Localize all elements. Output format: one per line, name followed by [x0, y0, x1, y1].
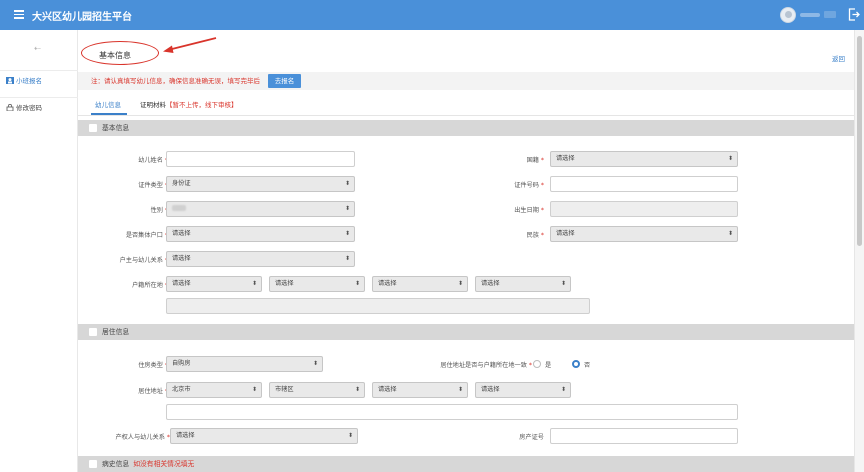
- tab-child-info[interactable]: 幼儿信息: [95, 99, 121, 109]
- address-detail-input[interactable]: [166, 404, 738, 420]
- householder-relation-label: 户主与幼儿关系 *: [119, 257, 168, 264]
- child-name-label: 幼儿姓名 *: [138, 157, 168, 164]
- collective-hukou-label: 是否集体户口 *: [125, 232, 168, 239]
- annotation-arrow-icon: [163, 37, 217, 53]
- tab-bar: 幼儿信息 证明材料【暂不上传，线下审核】: [78, 90, 854, 116]
- hukou-street-select[interactable]: 请选择: [475, 276, 571, 292]
- sidebar: ⇠ 小班报名 修改密码: [0, 30, 78, 472]
- gender-label: 性别 *: [150, 207, 168, 214]
- id-number-input[interactable]: [550, 176, 738, 192]
- address-street-select[interactable]: 请选择: [475, 382, 571, 398]
- collapse-sidebar-icon[interactable]: ⇠: [34, 44, 41, 53]
- collective-hukou-select[interactable]: 请选择: [166, 226, 355, 242]
- tab-hint: 【暂不上传，线下审核】: [166, 101, 238, 109]
- document-icon: [89, 124, 97, 132]
- lock-icon: [6, 104, 14, 111]
- housing-type-select[interactable]: 自购房: [166, 356, 323, 372]
- blurred-value: [172, 205, 186, 211]
- ethnicity-select[interactable]: 请选择: [550, 226, 738, 242]
- radio-yes-label: 是: [545, 362, 552, 369]
- active-tab-indicator: [91, 113, 127, 115]
- property-cert-input[interactable]: [550, 428, 738, 444]
- same-as-hukou-label: 居住地址是否与户籍所在地一致 *: [440, 362, 532, 369]
- section-title: 病史信息: [102, 460, 130, 468]
- address-city-select[interactable]: 市辖区: [269, 382, 365, 398]
- radio-no[interactable]: [572, 360, 580, 368]
- vertical-scrollbar[interactable]: [854, 30, 864, 472]
- user-menu-toggle[interactable]: [824, 11, 836, 18]
- back-link[interactable]: 返回: [832, 53, 845, 63]
- top-bar: 大兴区幼儿园招生平台: [0, 0, 864, 30]
- page-title: 基本信息: [99, 51, 131, 60]
- user-icon: [6, 77, 14, 84]
- notice-text: 注：请认真填写幼儿信息，确保信息准确无误，填写完毕后: [91, 77, 260, 85]
- section-title: 基本信息: [102, 124, 130, 132]
- property-cert-label: 房产证号: [519, 434, 544, 441]
- householder-relation-select[interactable]: 请选择: [166, 251, 355, 267]
- section-hint: 如没有相关情况填无: [133, 460, 195, 468]
- nationality-label: 国籍 *: [526, 157, 544, 164]
- address-district-select[interactable]: 请选择: [372, 382, 468, 398]
- hukou-province-select[interactable]: 请选择: [166, 276, 262, 292]
- birth-date-label: 出生日期 *: [514, 207, 544, 214]
- sidebar-item-label: 小班报名: [16, 77, 42, 85]
- section-medical-history: 病史信息 如没有相关情况填无: [78, 456, 854, 472]
- section-basic-info: 基本信息: [78, 120, 854, 136]
- id-type-select[interactable]: 身份证: [166, 176, 355, 192]
- sidebar-item-change-password[interactable]: 修改密码: [0, 97, 78, 119]
- hukou-detail-input[interactable]: [166, 298, 590, 314]
- sidebar-item-label: 修改密码: [16, 104, 42, 112]
- logout-icon[interactable]: [848, 8, 860, 21]
- radio-no-label: 否: [584, 362, 591, 369]
- birth-date-field: [550, 201, 738, 217]
- hukou-city-select[interactable]: 请选择: [269, 276, 365, 292]
- child-name-input[interactable]: [166, 151, 355, 167]
- app-title: 大兴区幼儿园招生平台: [32, 12, 132, 23]
- ethnicity-label: 民族 *: [526, 232, 544, 239]
- user-name-blurred[interactable]: [800, 13, 820, 17]
- nationality-select[interactable]: 请选择: [550, 151, 738, 167]
- avatar[interactable]: [780, 7, 796, 23]
- main-content: 基本信息 返回 注：请认真填写幼儿信息，确保信息准确无误，填写完毕后 去报名 幼…: [78, 30, 854, 472]
- hukou-district-select[interactable]: 请选择: [372, 276, 468, 292]
- home-icon: [89, 328, 97, 336]
- housing-type-label: 住房类型 *: [138, 362, 168, 369]
- hukou-location-label: 户籍所在地 *: [132, 282, 168, 289]
- medical-icon: [89, 460, 97, 468]
- menu-icon[interactable]: [14, 10, 24, 19]
- gender-select[interactable]: [166, 201, 355, 217]
- sidebar-item-enrollment[interactable]: 小班报名: [0, 70, 78, 92]
- section-residence-info: 居住信息: [78, 324, 854, 340]
- owner-relation-select[interactable]: 请选择: [170, 428, 358, 444]
- radio-yes[interactable]: [533, 360, 541, 368]
- notice-bar: 注：请认真填写幼儿信息，确保信息准确无误，填写完毕后 去报名: [78, 72, 854, 90]
- address-label: 居住地址 *: [138, 388, 168, 395]
- id-number-label: 证件号码 *: [514, 182, 544, 189]
- tab-label: 证明材料: [140, 101, 166, 109]
- go-enroll-button[interactable]: 去报名: [268, 74, 301, 88]
- owner-relation-label: 产权人与幼儿关系 *: [115, 434, 170, 441]
- scrollbar-thumb[interactable]: [857, 36, 862, 246]
- id-type-label: 证件类型 *: [138, 182, 168, 189]
- section-title: 居住信息: [102, 328, 130, 336]
- address-province-select[interactable]: 北京市: [166, 382, 262, 398]
- tab-documents[interactable]: 证明材料【暂不上传，线下审核】: [140, 99, 238, 109]
